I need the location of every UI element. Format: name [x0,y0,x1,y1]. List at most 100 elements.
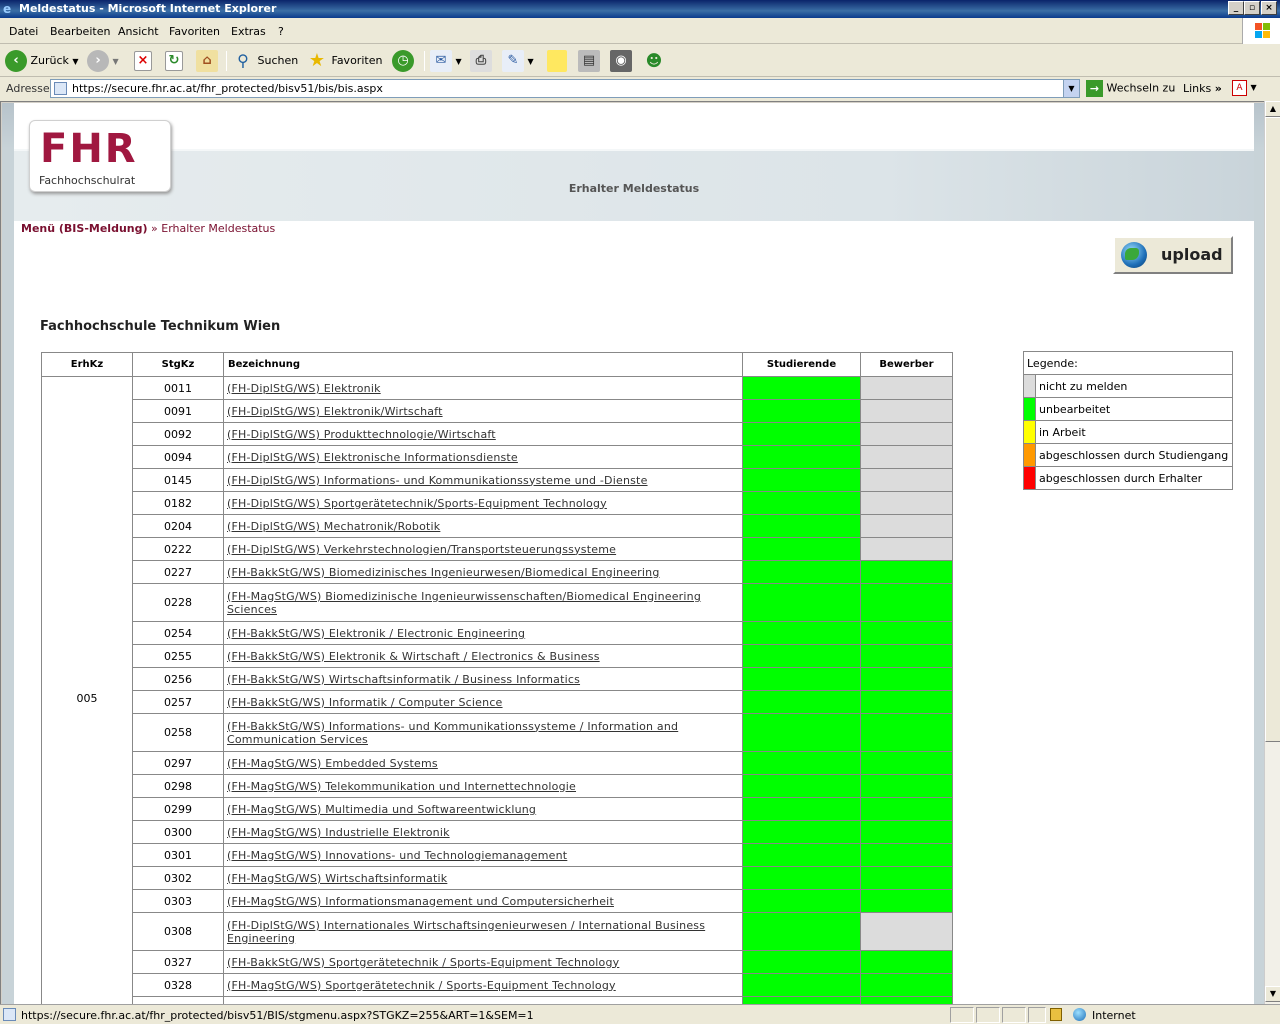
studiengang-link[interactable]: (FH-MagStG/WS) Biomedizinische Ingenieur… [227,590,701,616]
menu-favoriten[interactable]: Favoriten [169,25,220,38]
studiengang-link[interactable]: (FH-BakkStG/WS) Elektronik / Electronic … [227,627,525,640]
upload-button[interactable]: upload [1113,236,1233,274]
favorites-button[interactable]: ★ Favoriten [306,49,383,73]
studiengang-link[interactable]: (FH-DiplStG/WS) Elektronische Informatio… [227,451,518,464]
bewerber-status-cell[interactable] [860,950,953,974]
studierende-status-cell[interactable] [742,889,861,913]
home-button[interactable]: ⌂ [196,49,218,73]
studierende-status-cell[interactable] [742,996,861,1004]
bewerber-status-cell[interactable] [860,751,953,775]
discuss-button[interactable] [547,49,567,73]
studierende-status-cell[interactable] [742,583,861,622]
studierende-status-cell[interactable] [742,713,861,752]
studiengang-link[interactable]: (FH-MagStG/WS) Informationsmanagement un… [227,895,614,908]
bewerber-status-cell[interactable] [860,621,953,645]
studiengang-link[interactable]: (FH-MagStG/WS) Telekommunikation und Int… [227,780,576,793]
messenger-button[interactable]: ☻ [643,49,665,73]
scroll-down-icon[interactable]: ▼ [1265,986,1280,1002]
studiengang-link[interactable]: (FH-BakkStG/WS) Informations- und Kommun… [227,720,678,746]
studierende-status-cell[interactable] [742,820,861,844]
studierende-status-cell[interactable] [742,950,861,974]
studiengang-link[interactable]: (FH-DiplStG/WS) Internationales Wirtscha… [227,919,705,945]
studiengang-link[interactable]: (FH-DiplStG/WS) Informations- und Kommun… [227,474,648,487]
studiengang-link[interactable]: (FH-DiplStG/WS) Elektronik/Wirtschaft [227,405,443,418]
pdf-tool-button[interactable]: A ▼ [1232,80,1257,96]
menu-datei[interactable]: Datei [9,25,38,38]
history-button[interactable]: ◷ [392,49,414,73]
chevron-down-icon[interactable]: ▼ [1063,80,1079,97]
studiengang-link[interactable]: (FH-MagStG/WS) Embedded Systems [227,757,438,770]
studiengang-link[interactable]: (FH-BakkStG/WS) Elektronik & Wirtschaft … [227,650,600,663]
bewerber-status-cell[interactable] [860,774,953,798]
bewerber-status-cell[interactable] [860,690,953,714]
studierende-status-cell[interactable] [742,621,861,645]
breadcrumb-menu-link[interactable]: Menü (BIS-Meldung) [21,222,148,235]
media-button[interactable]: ◉ [610,49,632,73]
bewerber-status-cell[interactable] [860,667,953,691]
bewerber-status-cell[interactable] [860,644,953,668]
scroll-up-icon[interactable]: ▲ [1265,101,1280,117]
studierende-status-cell[interactable] [742,399,861,423]
studierende-status-cell[interactable] [742,912,861,951]
maximize-button[interactable]: ▫ [1244,1,1260,15]
search-button[interactable]: ⚲ Suchen [232,49,298,73]
go-button[interactable]: → Wechseln zu [1086,80,1175,97]
studiengang-link[interactable]: (FH-MagStG/WS) Industrielle Elektronik [227,826,450,839]
studierende-status-cell[interactable] [742,422,861,446]
links-button[interactable]: Links » [1183,82,1222,95]
studiengang-link[interactable]: (FH-BakkStG/WS) Biomedizinisches Ingenie… [227,566,660,579]
menu-bearbeiten[interactable]: Bearbeiten [50,25,110,38]
studierende-status-cell[interactable] [742,797,861,821]
print-button[interactable]: ⎙ [470,49,492,73]
studierende-status-cell[interactable] [742,560,861,584]
bewerber-status-cell[interactable] [860,820,953,844]
studierende-status-cell[interactable] [742,644,861,668]
studierende-status-cell[interactable] [742,774,861,798]
bewerber-status-cell[interactable] [860,583,953,622]
studierende-status-cell[interactable] [742,537,861,561]
vertical-scrollbar[interactable]: ▲ ▼ [1264,101,1280,1004]
edit-button[interactable]: ✎ ▼ [502,49,534,73]
studierende-status-cell[interactable] [742,376,861,400]
studiengang-link[interactable]: (FH-DiplStG/WS) Produkttechnologie/Wirts… [227,428,496,441]
studierende-status-cell[interactable] [742,973,861,997]
mail-button[interactable]: ✉ ▼ [430,49,462,73]
studierende-status-cell[interactable] [742,514,861,538]
bewerber-status-cell[interactable] [860,973,953,997]
menu-ansicht[interactable]: Ansicht [118,25,159,38]
forward-button[interactable]: › ▼ [87,49,119,73]
bewerber-status-cell[interactable] [860,996,953,1004]
studiengang-link[interactable]: (FH-DiplStG/WS) Verkehrstechnologien/Tra… [227,543,616,556]
studiengang-link[interactable]: (FH-MagStG/WS) Multimedia und Softwareen… [227,803,536,816]
bewerber-status-cell[interactable] [860,889,953,913]
studierende-status-cell[interactable] [742,843,861,867]
stop-button[interactable]: × [134,49,152,73]
studiengang-link[interactable]: (FH-MagStG/WS) Sportgerätetechnik / Spor… [227,979,616,992]
minimize-button[interactable]: _ [1228,1,1244,15]
studiengang-link[interactable]: (FH-DiplStG/WS) Elektronik [227,382,381,395]
bewerber-status-cell[interactable] [860,797,953,821]
menu-help[interactable]: ? [278,25,284,38]
refresh-button[interactable]: ↻ [165,49,183,73]
close-button[interactable]: × [1261,1,1277,15]
studiengang-link[interactable]: (FH-MagStG/WS) Wirtschaftsinformatik [227,872,447,885]
studierende-status-cell[interactable] [742,445,861,469]
studiengang-link[interactable]: (FH-DiplStG/WS) Sportgerätetechnik/Sport… [227,497,607,510]
studiengang-link[interactable]: (FH-BakkStG/WS) Informatik / Computer Sc… [227,696,503,709]
bewerber-status-cell[interactable] [860,866,953,890]
studiengang-link[interactable]: (FH-BakkStG/WS) Wirtschaftsinformatik / … [227,673,580,686]
bewerber-status-cell[interactable] [860,560,953,584]
back-button[interactable]: ‹ Zurück ▼ [5,49,79,73]
studierende-status-cell[interactable] [742,866,861,890]
studierende-status-cell[interactable] [742,667,861,691]
menu-extras[interactable]: Extras [231,25,266,38]
bewerber-status-cell[interactable] [860,843,953,867]
research-button[interactable]: ▤ [578,49,600,73]
scroll-thumb[interactable] [1265,117,1280,742]
studiengang-link[interactable]: (FH-BakkStG/WS) Sportgerätetechnik / Spo… [227,956,619,969]
studierende-status-cell[interactable] [742,491,861,515]
studierende-status-cell[interactable] [742,690,861,714]
studierende-status-cell[interactable] [742,468,861,492]
address-input[interactable]: https://secure.fhr.ac.at/fhr_protected/b… [50,79,1080,98]
studierende-status-cell[interactable] [742,751,861,775]
